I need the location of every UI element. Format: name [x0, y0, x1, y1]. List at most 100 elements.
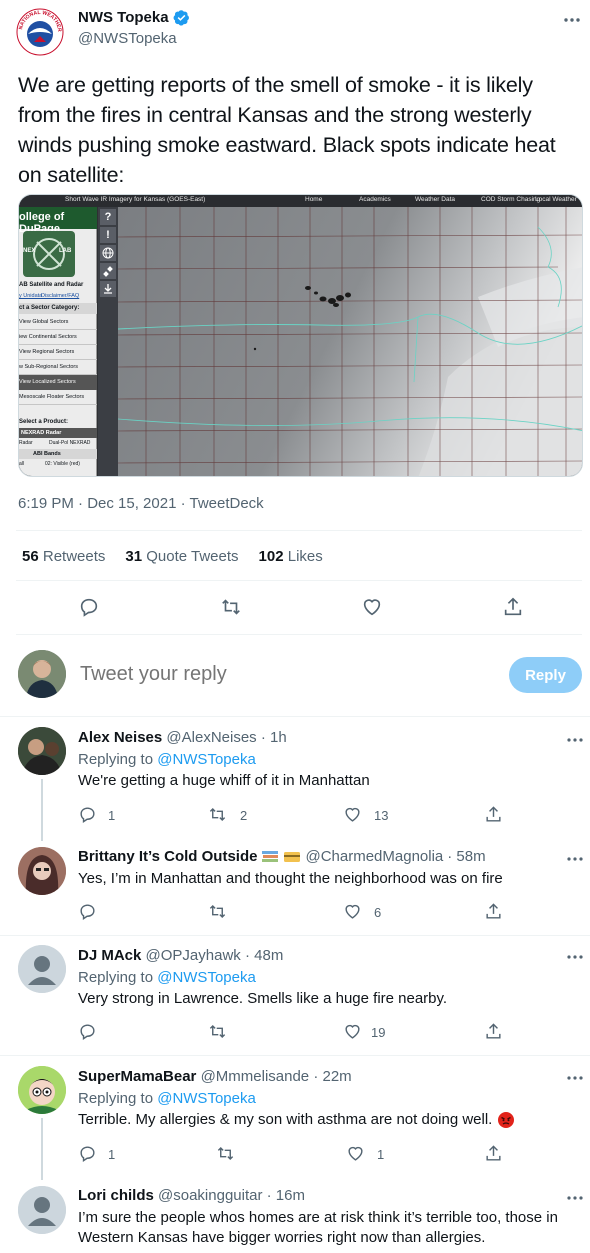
satellite-map — [118, 207, 582, 476]
media-sidebar-heading: AB Satellite and Radar — [19, 282, 84, 288]
reply-icon[interactable] — [78, 902, 97, 921]
tweet-timestamp[interactable]: 6:19 PM · Dec 15, 2021 · TweetDeck — [18, 495, 264, 512]
reply-time[interactable]: · 1h — [261, 729, 287, 746]
media-brand-bar: ollege of DuPage — [19, 207, 97, 235]
reply-icon[interactable] — [78, 1144, 97, 1163]
reply-input[interactable] — [80, 663, 410, 686]
more-options-icon[interactable] — [562, 10, 582, 30]
media-nav-local-weather: Local Weather — [535, 196, 577, 203]
media-sector-heading: ct a Sector Category: — [19, 305, 80, 311]
replying-to: Replying to @NWSTopeka — [78, 751, 256, 768]
tweet-text: We are getting reports of the smell of s… — [18, 73, 556, 187]
divider — [16, 634, 582, 635]
likes-stat[interactable]: 102 Likes — [259, 548, 323, 565]
books-emoji-icon — [261, 849, 279, 865]
media-alert-icon: ! — [100, 227, 116, 243]
thread-line — [41, 1118, 43, 1180]
media-title: Short Wave IR Imagery for Kansas (GOES-E… — [65, 196, 206, 203]
divider — [0, 935, 590, 936]
media-sector-item: Mesoscale Floater Sectors — [19, 390, 97, 405]
author-name-text[interactable]: NWS Topeka — [78, 9, 169, 26]
media-abi: ABI Bands — [33, 451, 61, 457]
media-download-icon — [100, 281, 116, 297]
reply-author-name[interactable]: Brittany It’s Cold Outside — [78, 848, 257, 865]
reply-author-handle[interactable]: @AlexNeises — [166, 729, 256, 746]
retweet-icon[interactable] — [208, 1022, 227, 1041]
reply-author-handle[interactable]: @soakingguitar — [158, 1187, 262, 1204]
reply-header: Alex Neises @AlexNeises · 1h — [78, 729, 287, 746]
author-handle[interactable]: @NWSTopeka — [78, 30, 177, 47]
default-avatar-icon[interactable] — [18, 945, 66, 993]
retweet-icon[interactable] — [220, 596, 242, 618]
verified-badge-icon — [173, 9, 190, 26]
reply-header: SuperMamaBear @Mmmelisande · 22m — [78, 1068, 352, 1085]
more-options-icon[interactable] — [565, 730, 585, 750]
reply-time[interactable]: · 22m — [313, 1068, 351, 1085]
reply-author-name[interactable]: DJ MAck — [78, 947, 141, 964]
retweet-icon[interactable] — [208, 805, 227, 824]
media-product-heading: Select a Product: — [19, 419, 69, 425]
reply-author-handle[interactable]: @OPJayhawk — [146, 947, 241, 964]
like-icon[interactable] — [346, 1144, 365, 1163]
quote-tweets-stat[interactable]: 31 Quote Tweets — [125, 548, 238, 565]
like-count: 13 — [374, 808, 389, 823]
reply-avatar[interactable] — [18, 727, 66, 775]
media-globe-icon — [100, 245, 116, 261]
reply-header: Brittany It’s Cold Outside @CharmedMagno… — [78, 848, 486, 865]
card-emoji-icon — [283, 849, 301, 865]
reply-time[interactable]: · 16m — [267, 1187, 305, 1204]
thread-line — [41, 779, 43, 841]
user-avatar[interactable] — [18, 650, 66, 698]
retweet-icon[interactable] — [208, 902, 227, 921]
reply-icon[interactable] — [78, 1022, 97, 1041]
media-nav-weather-data: Weather Data — [415, 196, 455, 203]
like-icon[interactable] — [343, 805, 362, 824]
reply-avatar[interactable] — [18, 847, 66, 895]
share-icon[interactable] — [484, 1144, 503, 1163]
reply-icon[interactable] — [78, 805, 97, 824]
reply-icon[interactable] — [78, 596, 100, 618]
nws-logo-avatar[interactable]: NATIONAL WEATHER SERVICE — [16, 8, 64, 56]
media-tool-column: ? ! — [98, 207, 118, 476]
more-options-icon[interactable] — [565, 849, 585, 869]
share-icon[interactable] — [502, 596, 524, 618]
reply-actions: 6 — [78, 902, 588, 922]
reply-author-name[interactable]: Alex Neises — [78, 729, 162, 746]
tweet-stats: 56 Retweets 31 Quote Tweets 102 Likes — [22, 548, 323, 565]
replying-to-link[interactable]: @NWSTopeka — [157, 751, 256, 768]
reply-time[interactable]: · 58m — [447, 848, 485, 865]
more-options-icon[interactable] — [565, 947, 585, 967]
media-band-opt: 02: Visible (red) — [45, 461, 80, 467]
share-icon[interactable] — [484, 902, 503, 921]
reply-text: We're getting a huge whiff of it in Manh… — [78, 772, 370, 789]
tweet-media-image[interactable]: Short Wave IR Imagery for Kansas (GOES-E… — [18, 194, 583, 477]
reply-author-handle[interactable]: @Mmmelisande — [201, 1068, 310, 1085]
media-link-unidata: y Unidata — [19, 293, 43, 299]
reply-time[interactable]: · 48m — [245, 947, 283, 964]
author-name[interactable]: NWS Topeka — [78, 9, 190, 26]
replying-to-link[interactable]: @NWSTopeka — [157, 1090, 256, 1107]
more-options-icon[interactable] — [565, 1188, 585, 1208]
angry-face-emoji-icon — [497, 1111, 515, 1129]
reply-text: Very strong in Lawrence. Smells like a h… — [78, 990, 448, 1007]
reply-author-name[interactable]: Lori childs — [78, 1187, 154, 1204]
reply-author-name[interactable]: SuperMamaBear — [78, 1068, 196, 1085]
like-icon[interactable] — [361, 596, 383, 618]
media-abi-bar: ABI Bands — [19, 449, 97, 459]
like-icon[interactable] — [343, 1022, 362, 1041]
media-sector-heading-bar: ct a Sector Category: — [19, 303, 97, 314]
replying-to-link[interactable]: @NWSTopeka — [157, 969, 256, 986]
reply-avatar[interactable] — [18, 1066, 66, 1114]
share-icon[interactable] — [484, 805, 503, 824]
more-options-icon[interactable] — [565, 1068, 585, 1088]
share-icon[interactable] — [484, 1022, 503, 1041]
retweet-icon[interactable] — [216, 1144, 235, 1163]
media-sector-item: w Sub-Regional Sectors — [19, 360, 97, 375]
retweets-stat[interactable]: 56 Retweets — [22, 548, 105, 565]
default-avatar-icon[interactable] — [18, 1186, 66, 1234]
like-icon[interactable] — [343, 902, 362, 921]
reply-button[interactable]: Reply — [509, 657, 582, 693]
like-count: 1 — [377, 1147, 385, 1162]
reply-author-handle[interactable]: @CharmedMagnolia — [305, 848, 443, 865]
reply-text: I’m sure the people whos homes are at ri… — [78, 1209, 558, 1246]
